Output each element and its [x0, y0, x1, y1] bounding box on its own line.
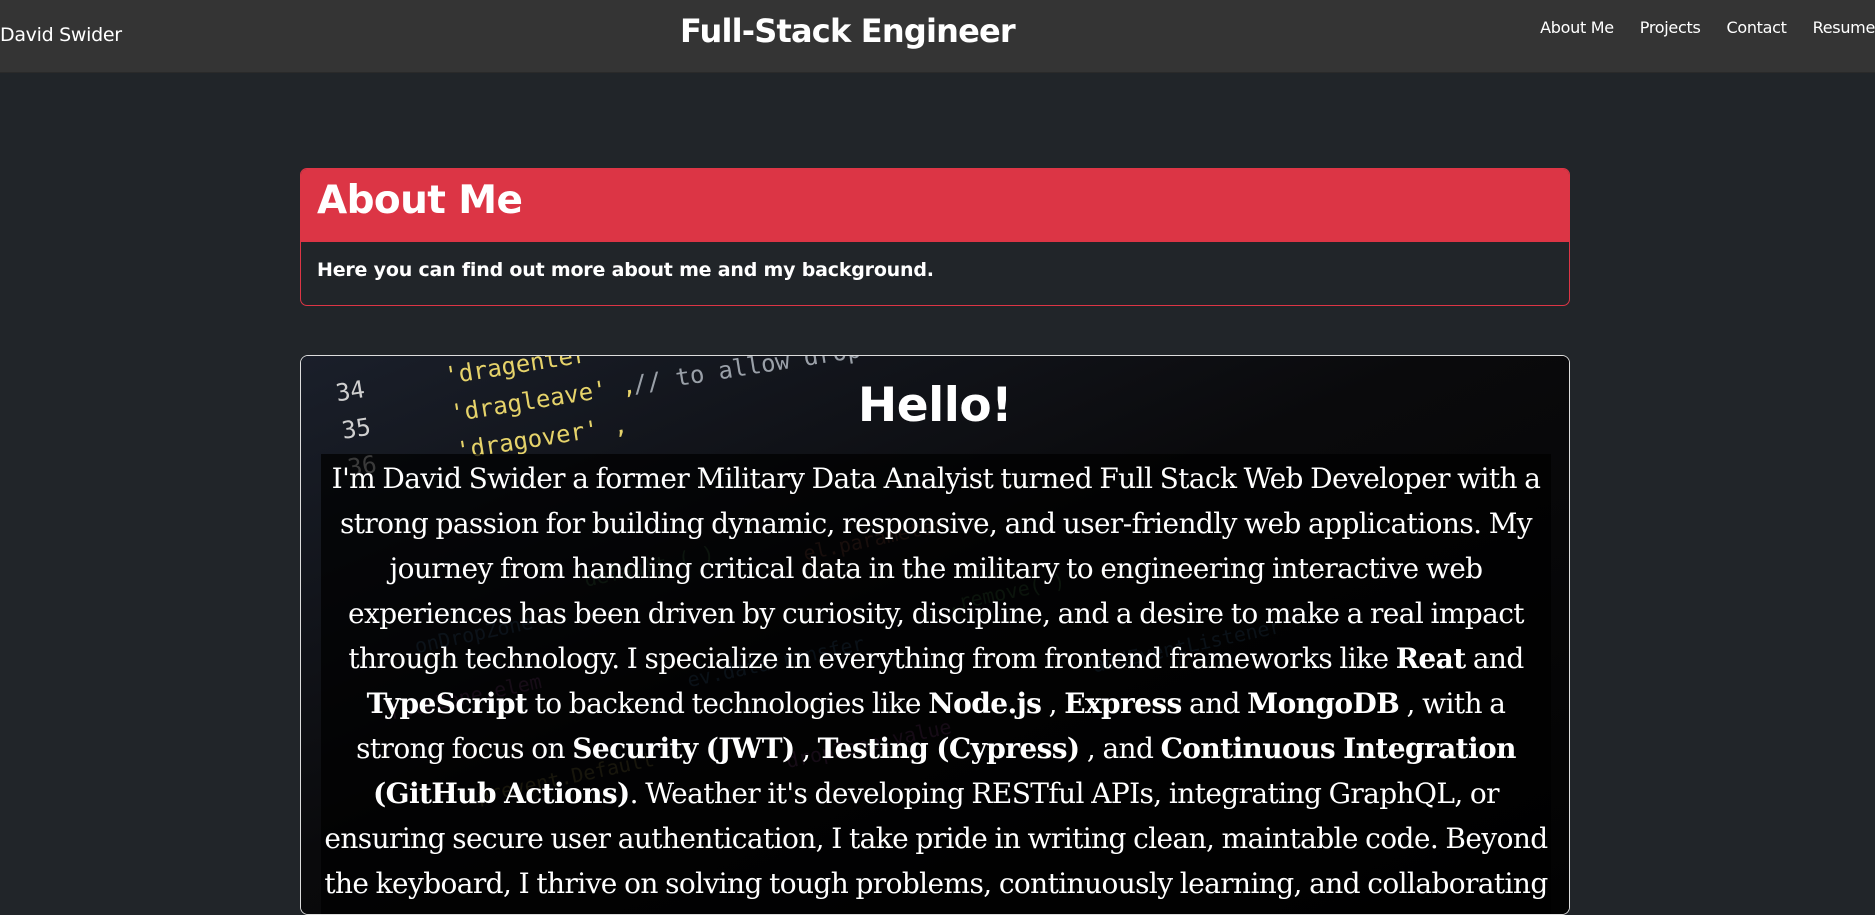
skill-testing: Testing (Cypress) — [817, 732, 1081, 765]
hello-card: 34 35 36 'dragenter' 'dragleave' , 'drag… — [300, 355, 1570, 915]
bio-paragraph: I'm David Swider a former Military Data … — [321, 454, 1551, 914]
hello-title: Hello! — [857, 378, 1013, 433]
bio-text-4: , and — [1079, 732, 1161, 765]
bio-text-2: to backend technologies like — [527, 687, 929, 720]
about-card-title: About Me — [317, 178, 523, 223]
nav-link-projects[interactable]: Projects — [1627, 18, 1714, 37]
nav-link-resume[interactable]: Resume — [1800, 18, 1875, 37]
nav-link-about[interactable]: About Me — [1527, 18, 1627, 37]
brand-link[interactable]: David Swider — [0, 24, 122, 46]
about-card: About Me Here you can find out more abou… — [300, 168, 1570, 306]
about-card-subtitle: Here you can find out more about me and … — [317, 259, 934, 281]
bio-text-and-1: and — [1465, 642, 1524, 675]
navbar: David Swider Full-Stack Engineer About M… — [0, 0, 1875, 73]
bio-text-comma-2: , — [794, 732, 818, 765]
skill-mongodb: MongoDB — [1247, 687, 1400, 720]
page-title: Full-Stack Engineer — [680, 12, 1016, 50]
skill-node: Node.js — [928, 687, 1042, 720]
about-card-header: About Me — [301, 169, 1569, 242]
skill-typescript: TypeScript — [366, 687, 528, 720]
bio-text-1: I'm David Swider a former Military Data … — [331, 462, 1541, 675]
bio-text-and-2: and — [1181, 687, 1248, 720]
skill-react: Reat — [1395, 642, 1466, 675]
skill-express: Express — [1064, 687, 1182, 720]
nav-link-contact[interactable]: Contact — [1713, 18, 1799, 37]
skill-security: Security (JWT) — [572, 732, 795, 765]
bio-text-comma-1: , — [1041, 687, 1065, 720]
nav-links: About Me Projects Contact Resume — [1527, 18, 1875, 37]
